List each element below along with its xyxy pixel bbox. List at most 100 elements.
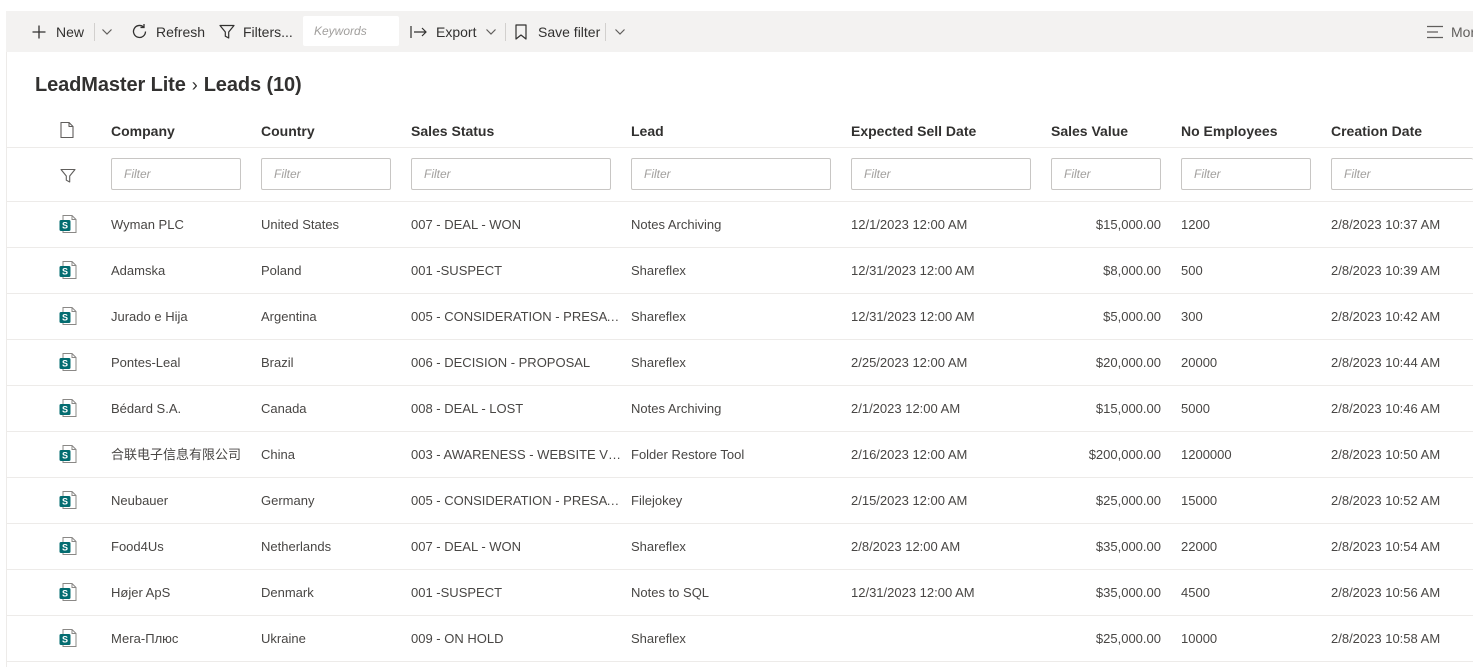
export-button[interactable]: Export <box>410 11 497 52</box>
svg-text:S: S <box>62 359 68 369</box>
header-lead[interactable]: Lead <box>631 112 664 148</box>
filter-lead[interactable] <box>631 158 831 190</box>
save-filter-button[interactable]: Save filter <box>515 11 600 52</box>
cell-company[interactable]: Jurado e Hija <box>111 294 256 339</box>
save-filter-label: Save filter <box>538 23 601 40</box>
table-row[interactable]: S Adamska Poland 001 -SUSPECT Shareflex … <box>6 248 1473 294</box>
table-row[interactable]: S Bédard S.A. Canada 008 - DEAL - LOST N… <box>6 386 1473 432</box>
filter-no-employees[interactable] <box>1181 158 1311 190</box>
cell-company[interactable]: 合联电子信息有限公司 <box>111 432 256 477</box>
filter-country[interactable] <box>261 158 391 190</box>
filter-sales-status[interactable] <box>411 158 611 190</box>
cell-expected-sell-date: 12/1/2023 12:00 AM <box>851 217 968 232</box>
cell-creation-date: 2/8/2023 10:37 AM <box>1331 217 1441 232</box>
svg-text:S: S <box>62 267 68 277</box>
sharepoint-list-item-icon: S <box>59 215 77 233</box>
filter-creation-date[interactable] <box>1331 158 1473 190</box>
cell-sales-status: 001 -SUSPECT <box>411 263 503 278</box>
cell-company[interactable]: Bédard S.A. <box>111 386 256 431</box>
more-button[interactable]: More <box>1426 11 1473 52</box>
new-button[interactable]: New <box>32 11 84 52</box>
sharepoint-list-item-icon: S <box>59 445 77 463</box>
chevron-down-icon <box>486 28 497 35</box>
divider <box>505 23 506 41</box>
cell-no-employees: 1200 <box>1181 217 1210 232</box>
cell-sales-status: 008 - DEAL - LOST <box>411 401 524 416</box>
table-row[interactable]: S Мега-Плюс Ukraine 009 - ON HOLD Sharef… <box>6 616 1473 662</box>
svg-text:S: S <box>62 221 68 231</box>
cell-expected-sell-date: 2/1/2023 12:00 AM <box>851 401 961 416</box>
cell-lead: Shareflex <box>631 539 686 554</box>
svg-text:S: S <box>62 451 68 461</box>
cell-lead: Shareflex <box>631 263 686 278</box>
cell-sales-status: 009 - ON HOLD <box>411 631 504 646</box>
cell-country: Poland <box>261 263 302 278</box>
filter-sales-value[interactable] <box>1051 158 1161 190</box>
cell-expected-sell-date: 2/8/2023 12:00 AM <box>851 539 961 554</box>
cell-company[interactable]: Food4Us <box>111 524 256 569</box>
cell-country: Germany <box>261 493 315 508</box>
svg-text:S: S <box>62 589 68 599</box>
cell-country: Netherlands <box>261 539 332 554</box>
cell-country: Canada <box>261 401 307 416</box>
save-filter-dropdown-button[interactable] <box>615 11 625 52</box>
cell-company[interactable]: Pontes-Leal <box>111 340 256 385</box>
cell-no-employees: 22000 <box>1181 539 1218 554</box>
table-row[interactable]: S Jurado e Hija Argentina 005 - CONSIDER… <box>6 294 1473 340</box>
cell-sales-value: $35,000.00 <box>1095 585 1161 600</box>
sharepoint-list-item-icon: S <box>59 629 77 647</box>
divider <box>605 23 606 41</box>
cell-company[interactable]: Højer ApS <box>111 570 256 615</box>
cell-sales-value: $25,000.00 <box>1095 493 1161 508</box>
svg-text:S: S <box>62 405 68 415</box>
cell-sales-value: $15,000.00 <box>1095 401 1161 416</box>
cell-sales-status: 007 - DEAL - WON <box>411 217 522 232</box>
svg-text:S: S <box>62 497 68 507</box>
cell-country: Ukraine <box>261 631 306 646</box>
table-row[interactable]: S Food4Us Netherlands 007 - DEAL - WON S… <box>6 524 1473 570</box>
table-row[interactable]: S Pontes-Leal Brazil 006 - DECISION - PR… <box>6 340 1473 386</box>
new-label: New <box>56 23 85 40</box>
rows-container: S Wyman PLC United States 007 - DEAL - W… <box>6 202 1473 662</box>
new-dropdown-button[interactable] <box>102 11 112 52</box>
refresh-button[interactable]: Refresh <box>131 11 205 52</box>
svg-text:S: S <box>62 543 68 553</box>
cell-sales-value: $8,000.00 <box>1103 263 1161 278</box>
breadcrumb-app[interactable]: LeadMaster Lite <box>35 74 186 97</box>
cell-sales-value: $15,000.00 <box>1095 217 1161 232</box>
table-row[interactable]: S 合联电子信息有限公司 China 003 - AWARENESS - WEB… <box>6 432 1473 478</box>
refresh-icon <box>132 24 147 39</box>
header-country[interactable]: Country <box>261 112 315 148</box>
document-icon <box>60 122 74 138</box>
filters-button[interactable]: Filters... <box>219 11 293 52</box>
cell-sales-status: 003 - AWARENESS - WEBSITE VIS... <box>411 447 621 462</box>
sharepoint-list-item-icon: S <box>59 261 77 279</box>
cell-company[interactable]: Neubauer <box>111 478 256 523</box>
svg-text:S: S <box>62 313 68 323</box>
cell-creation-date: 2/8/2023 10:39 AM <box>1331 263 1441 278</box>
cell-lead: Folder Restore Tool <box>631 447 745 462</box>
cell-company[interactable]: Adamska <box>111 248 256 293</box>
chevron-down-icon <box>615 28 625 35</box>
cell-no-employees: 1200000 <box>1181 447 1232 462</box>
header-expected-sell-date[interactable]: Expected Sell Date <box>851 112 976 148</box>
cell-country: United States <box>261 217 340 232</box>
leads-grid: Company Country Sales Status Lead Expect… <box>6 112 1473 662</box>
table-row[interactable]: S Neubauer Germany 005 - CONSIDERATION -… <box>6 478 1473 524</box>
filter-expected-sell-date[interactable] <box>851 158 1031 190</box>
filter-icon <box>219 24 235 39</box>
filter-company[interactable] <box>111 158 241 190</box>
table-row[interactable]: S Wyman PLC United States 007 - DEAL - W… <box>6 202 1473 248</box>
keywords-input[interactable] <box>303 16 399 46</box>
header-company[interactable]: Company <box>111 112 175 148</box>
cell-company[interactable]: Мега-Плюс <box>111 616 256 661</box>
cell-no-employees: 4500 <box>1181 585 1210 600</box>
cell-company[interactable]: Wyman PLC <box>111 202 256 247</box>
header-sales-status[interactable]: Sales Status <box>411 112 494 148</box>
table-row[interactable]: S Højer ApS Denmark 001 -SUSPECT Notes t… <box>6 570 1473 616</box>
cell-country: China <box>261 447 295 462</box>
header-sales-value[interactable]: Sales Value <box>1051 112 1128 148</box>
header-no-employees[interactable]: No Employees <box>1181 112 1277 148</box>
header-creation-date[interactable]: Creation Date <box>1331 112 1422 148</box>
header-row: Company Country Sales Status Lead Expect… <box>6 112 1473 148</box>
